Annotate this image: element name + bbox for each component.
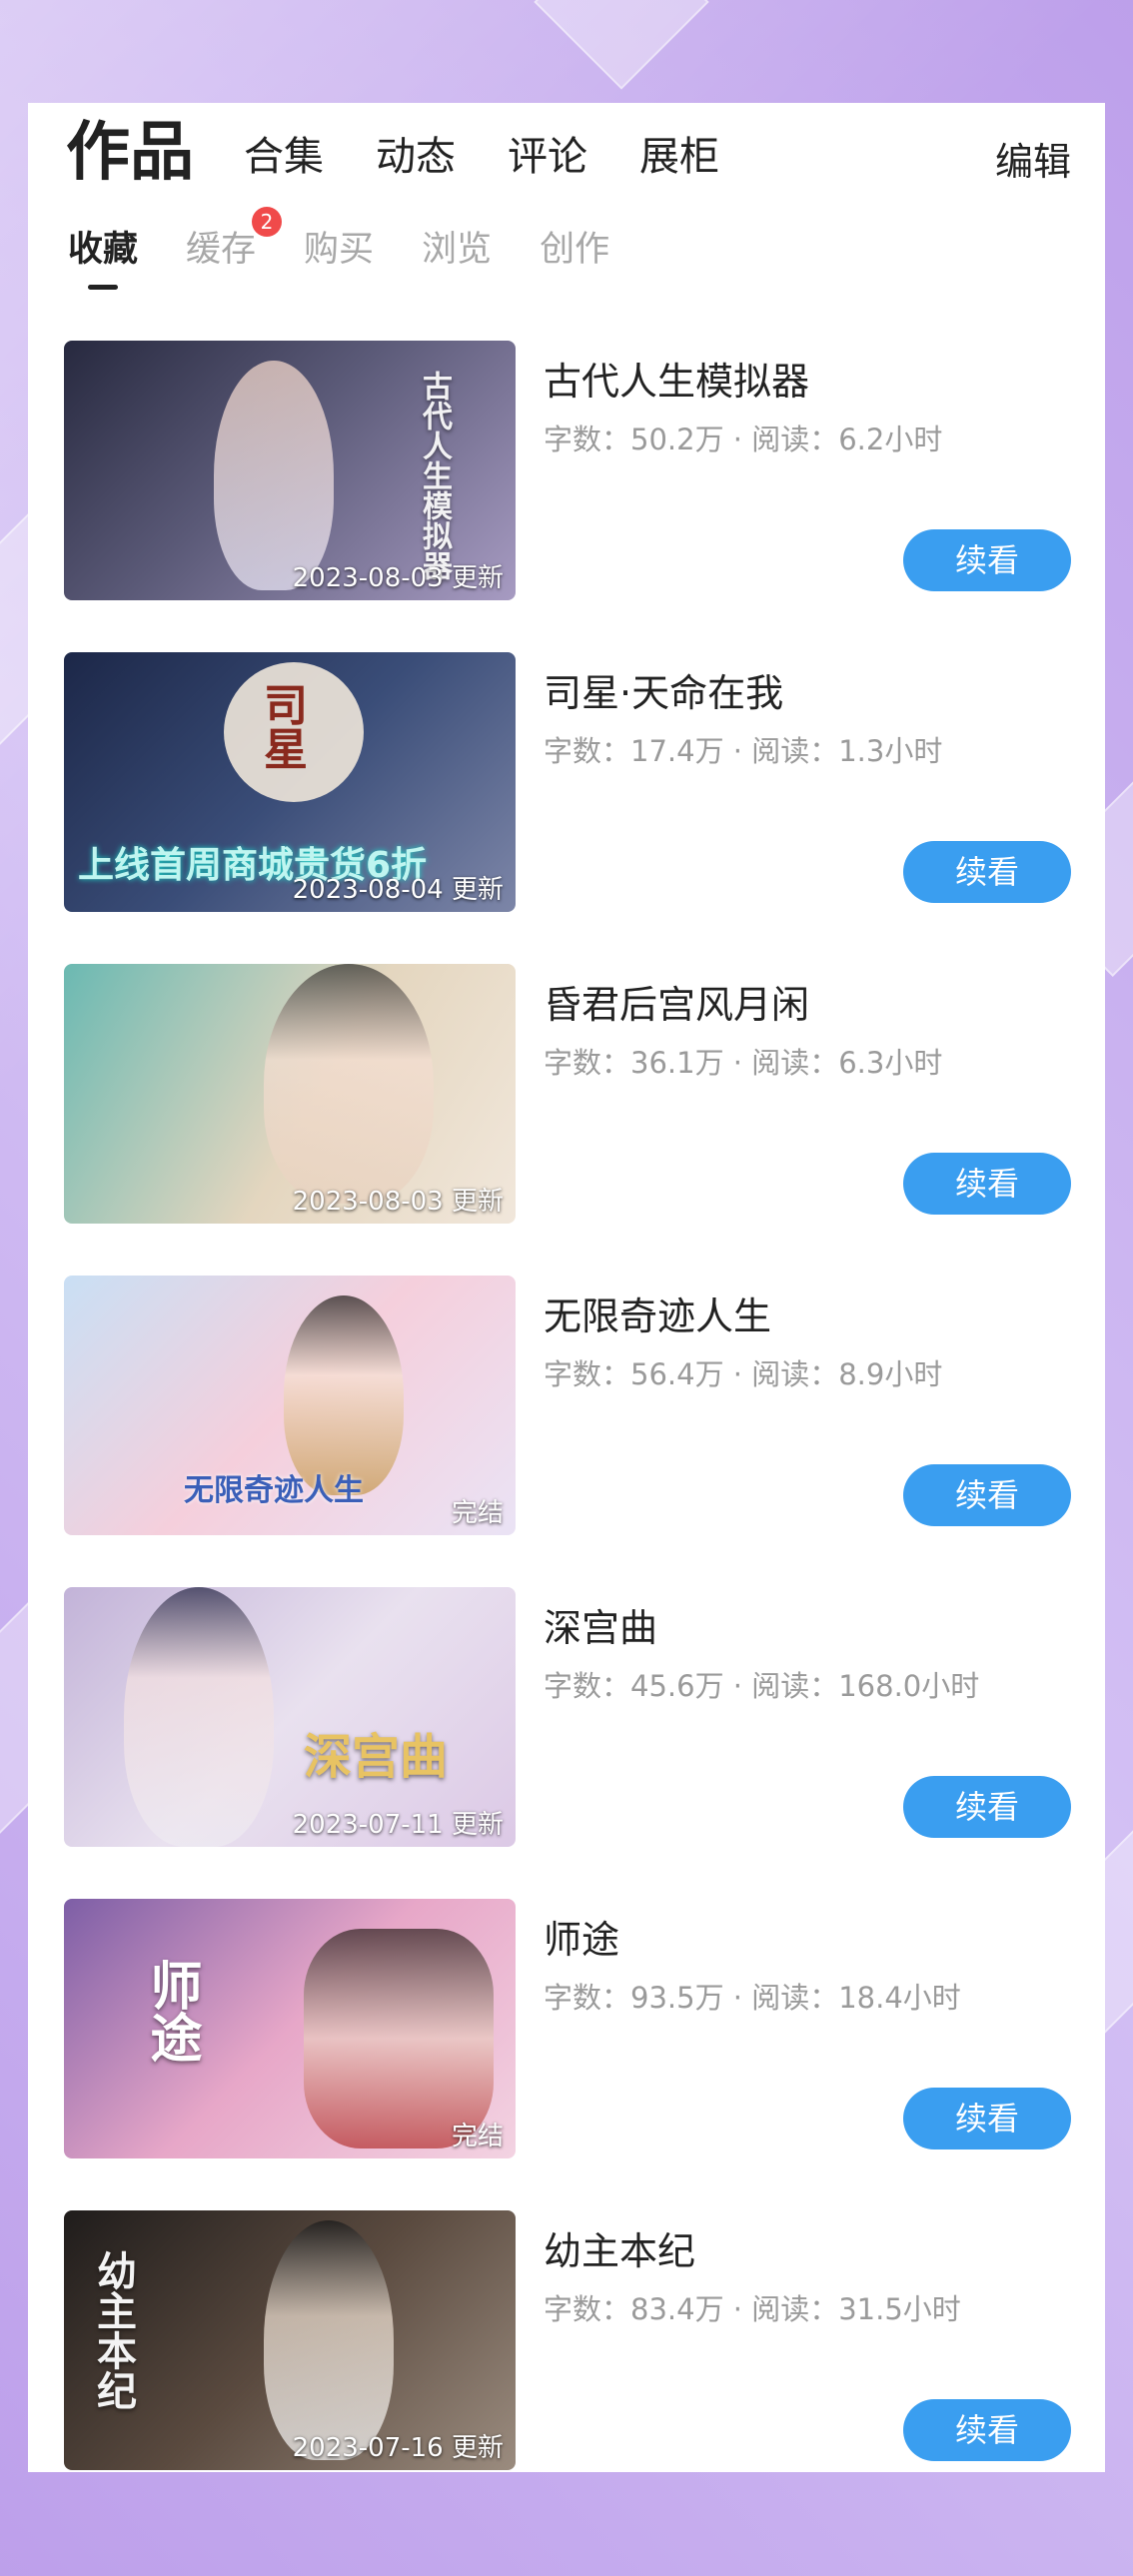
continue-reading-button[interactable]: 续看 <box>903 2399 1071 2461</box>
book-row[interactable]: 古代人生模拟器 2023-08-03 更新 古代人生模拟器 字数：50.2万 ·… <box>64 341 1071 652</box>
tab-activity[interactable]: 动态 <box>376 121 456 193</box>
continue-reading-button[interactable]: 续看 <box>903 1153 1071 1215</box>
cover-caption: 2023-08-03 更新 <box>292 1187 504 1217</box>
book-row[interactable]: 深宫曲 2023-07-11 更新 深宫曲 字数：45.6万 · 阅读：168.… <box>64 1587 1071 1899</box>
book-meta: 字数：93.5万 · 阅读：18.4小时 <box>544 1981 961 2015</box>
tab-works[interactable]: 作品 <box>66 113 194 193</box>
continue-reading-button[interactable]: 续看 <box>903 1776 1071 1838</box>
book-cover[interactable]: 古代人生模拟器 2023-08-03 更新 <box>64 341 516 600</box>
sub-tab-cache-label: 缓存 <box>186 230 257 270</box>
cache-count-badge: 2 <box>252 207 283 237</box>
book-row[interactable]: 2023-08-03 更新 昏君后宫风月闲 字数：36.1万 · 阅读：6.3小… <box>64 964 1071 1276</box>
top-tabs: 作品 合集 动态 评论 展柜 <box>66 103 771 193</box>
book-meta: 字数：36.1万 · 阅读：6.3小时 <box>544 1046 943 1080</box>
book-meta: 字数：56.4万 · 阅读：8.9小时 <box>544 1357 943 1391</box>
sub-tabs: 收藏 缓存 2 购买 浏览 创作 <box>68 207 657 290</box>
sub-tab-browsed[interactable]: 浏览 <box>422 221 492 272</box>
tab-comments[interactable]: 评论 <box>508 121 587 193</box>
book-title[interactable]: 深宫曲 <box>544 1597 657 1652</box>
cover-title-art: 无限奇迹人生 <box>184 1473 364 1508</box>
cover-figure <box>264 964 434 1204</box>
cover-figure <box>124 1587 274 1847</box>
sub-tab-cache[interactable]: 缓存 2 <box>186 207 283 272</box>
cover-caption: 2023-08-04 更新 <box>292 875 504 905</box>
tab-collections[interactable]: 合集 <box>244 121 324 193</box>
cover-caption: 2023-07-11 更新 <box>292 1810 504 1840</box>
book-cover[interactable]: 深宫曲 2023-07-11 更新 <box>64 1587 516 1847</box>
continue-reading-button[interactable]: 续看 <box>903 2088 1071 2149</box>
tab-showcase[interactable]: 展柜 <box>639 121 719 193</box>
book-title[interactable]: 昏君后宫风月闲 <box>544 974 809 1029</box>
book-cover[interactable]: 无限奇迹人生 完结 <box>64 1276 516 1535</box>
sub-tab-favorites-label: 收藏 <box>68 230 139 270</box>
cover-title-art: 古代人生模拟器 <box>417 371 452 580</box>
cover-caption: 完结 <box>451 2122 504 2151</box>
cover-figure <box>214 361 334 590</box>
book-cover[interactable]: 2023-08-03 更新 <box>64 964 516 1224</box>
cover-caption: 完结 <box>451 1498 504 1528</box>
book-row[interactable]: 无限奇迹人生 完结 无限奇迹人生 字数：56.4万 · 阅读：8.9小时 续看 <box>64 1276 1071 1587</box>
book-row[interactable]: 幼主本纪 2023-07-16 更新 幼主本纪 字数：83.4万 · 阅读：31… <box>64 2210 1071 2522</box>
edit-button[interactable]: 编辑 <box>995 131 1071 186</box>
continue-reading-button[interactable]: 续看 <box>903 1464 1071 1526</box>
book-meta: 字数：50.2万 · 阅读：6.2小时 <box>544 423 943 456</box>
book-row[interactable]: 司星 上线首周商城贵货6折 2023-08-04 更新 司星·天命在我 字数：1… <box>64 652 1071 964</box>
cover-caption: 2023-08-03 更新 <box>292 563 504 593</box>
sub-tab-favorites[interactable]: 收藏 <box>68 221 139 290</box>
cover-title-art: 司星 <box>256 682 307 770</box>
book-title[interactable]: 古代人生模拟器 <box>544 351 809 406</box>
book-list: 古代人生模拟器 2023-08-03 更新 古代人生模拟器 字数：50.2万 ·… <box>64 341 1071 2522</box>
cover-figure <box>264 2220 394 2460</box>
book-title[interactable]: 无限奇迹人生 <box>544 1286 771 1340</box>
book-cover[interactable]: 师途 完结 <box>64 1899 516 2158</box>
collection-panel: 作品 合集 动态 评论 展柜 编辑 收藏 缓存 2 购买 浏览 创作 古代人生模… <box>28 103 1105 2472</box>
book-cover[interactable]: 司星 上线首周商城贵货6折 2023-08-04 更新 <box>64 652 516 912</box>
sub-tab-purchased[interactable]: 购买 <box>304 221 374 272</box>
book-meta: 字数：17.4万 · 阅读：1.3小时 <box>544 734 943 768</box>
continue-reading-button[interactable]: 续看 <box>903 529 1071 591</box>
cover-caption: 2023-07-16 更新 <box>292 2433 504 2463</box>
sub-tab-created[interactable]: 创作 <box>540 221 609 272</box>
cover-title-art: 师途 <box>141 1959 202 2063</box>
cover-title-art: 幼主本纪 <box>90 2250 137 2410</box>
book-cover[interactable]: 幼主本纪 2023-07-16 更新 <box>64 2210 516 2470</box>
book-title[interactable]: 幼主本纪 <box>544 2220 695 2275</box>
book-title[interactable]: 司星·天命在我 <box>544 662 783 717</box>
active-tab-indicator <box>88 285 118 290</box>
book-meta: 字数：83.4万 · 阅读：31.5小时 <box>544 2292 961 2326</box>
book-meta: 字数：45.6万 · 阅读：168.0小时 <box>544 1669 980 1703</box>
book-row[interactable]: 师途 完结 师途 字数：93.5万 · 阅读：18.4小时 续看 <box>64 1899 1071 2210</box>
book-title[interactable]: 师途 <box>544 1909 619 1964</box>
cover-title-art: 深宫曲 <box>304 1729 449 1785</box>
continue-reading-button[interactable]: 续看 <box>903 841 1071 903</box>
